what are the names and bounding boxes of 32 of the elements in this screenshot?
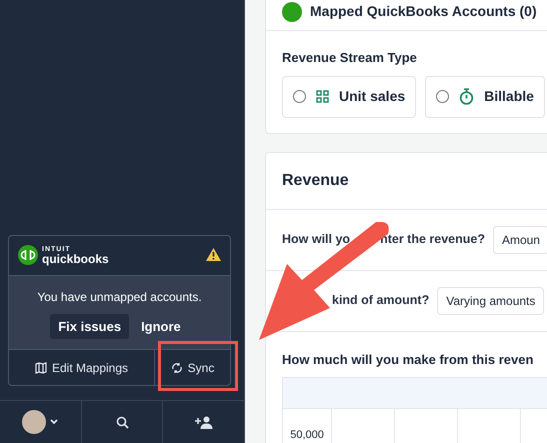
- status-message: You have unmapped accounts.: [36, 288, 203, 306]
- radio-button[interactable]: [436, 90, 450, 103]
- radio-button[interactable]: [293, 90, 306, 103]
- select-field[interactable]: Varying amounts: [437, 286, 544, 314]
- revenue-type-option[interactable]: Unit sales: [282, 76, 416, 118]
- question-label: kind of amount?: [332, 292, 430, 310]
- question-label: How will yo: [282, 231, 350, 248]
- field-label: Revenue Stream Type: [282, 49, 418, 67]
- search-icon: [116, 416, 128, 428]
- section-title: Mapped QuickBooks Accounts (0): [310, 2, 537, 21]
- map-icon: [34, 362, 47, 374]
- brand-name: quickbooks: [42, 252, 109, 264]
- section-title: Revenue: [266, 152, 547, 210]
- stopwatch-icon: [459, 88, 474, 105]
- quickbooks-logo-icon: [282, 2, 302, 22]
- ignore-button[interactable]: Ignore: [133, 314, 189, 339]
- fix-issues-button[interactable]: Fix issues: [50, 314, 130, 339]
- add-user-icon: [194, 416, 213, 428]
- sync-icon: [170, 362, 183, 374]
- question-label: nter the revenue?: [380, 231, 485, 248]
- option-label: Unit sales: [339, 87, 406, 106]
- revenue-type-option[interactable]: Billable: [425, 76, 545, 118]
- select-field[interactable]: Amoun: [492, 226, 547, 254]
- grid-icon: [316, 90, 329, 103]
- question-label: How much will you make from this reven: [281, 350, 534, 369]
- edit-mappings-button[interactable]: Edit Mappings: [9, 350, 154, 385]
- chevron-down-icon: [50, 419, 58, 424]
- quickbooks-logo-icon: [18, 245, 38, 265]
- avatar-icon: [22, 410, 46, 434]
- option-label: Billable: [484, 87, 534, 106]
- sync-button[interactable]: Sync: [154, 350, 230, 385]
- table-cell-text: 50,000: [290, 428, 324, 443]
